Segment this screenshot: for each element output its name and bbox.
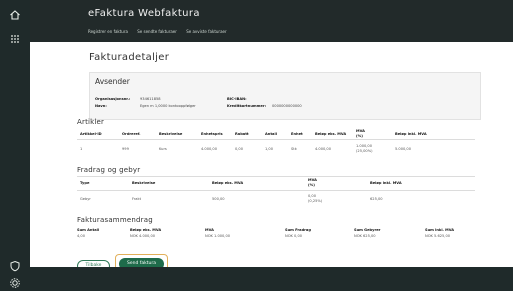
sum-deductions-value: NOK 0,00 bbox=[285, 234, 303, 238]
col-discount: Rabatt bbox=[235, 132, 249, 136]
nav-rejected-invoices[interactable]: Se avviste fakturaer bbox=[186, 29, 226, 34]
col-fee-vat: MVA (%) bbox=[308, 178, 317, 187]
fee-description-cell: Frakt bbox=[132, 197, 141, 201]
article-id-cell: 1 bbox=[80, 147, 83, 151]
sum-fees-value: NOK 625,00 bbox=[354, 234, 376, 238]
sum-ex-vat-value: NOK 4.000,00 bbox=[130, 234, 156, 238]
invoice-details-panel: Fakturadetaljer Avsender Organisasjonsnr… bbox=[75, 42, 497, 275]
sum-ex-vat-label: Beløp eks. MVA bbox=[130, 228, 162, 232]
sum-fees-label: Sum Gebyrer bbox=[354, 228, 381, 232]
grid-icon[interactable] bbox=[8, 33, 22, 47]
col-unit: Enhet bbox=[291, 132, 303, 136]
order-ref-cell: 999 bbox=[122, 147, 129, 151]
sum-quantity-label: Sum Antall bbox=[77, 228, 100, 232]
articles-divider bbox=[77, 139, 475, 140]
col-amount-incl-vat: Beløp inkl. MVA bbox=[395, 132, 427, 136]
col-amount-ex-vat: Beløp eks. MVA bbox=[315, 132, 347, 136]
app-header: eFaktura Webfaktura Registrer en faktura… bbox=[30, 0, 513, 42]
col-type: Type bbox=[80, 181, 90, 185]
unit-cell: Stk bbox=[291, 147, 297, 151]
bottom-bar bbox=[30, 267, 513, 291]
name-value: Egen m 1,0000 kontooppfølger bbox=[140, 104, 196, 108]
col-fee-description: Beskrivelse bbox=[132, 181, 156, 185]
sub-navigation: Registrer en faktura Se sendte fakturaer… bbox=[88, 29, 235, 34]
discount-cell: 0,00 bbox=[235, 147, 244, 151]
app-title: eFaktura Webfaktura bbox=[88, 8, 200, 19]
sum-vat-value: NOK 1.000,00 bbox=[205, 234, 231, 238]
fee-amount-ex-vat-cell: 500,00 bbox=[212, 197, 225, 201]
sender-title: Avsender bbox=[95, 77, 130, 86]
sum-deductions-label: Sum Fradrag bbox=[285, 228, 311, 232]
shield-icon[interactable] bbox=[8, 260, 22, 274]
left-rail bbox=[0, 0, 30, 291]
home-icon[interactable] bbox=[8, 9, 22, 23]
col-order-ref: Ordreref. bbox=[122, 132, 141, 136]
deductions-title: Fradrag og gebyr bbox=[77, 166, 141, 174]
amount-incl-vat-cell: 5.000,00 bbox=[395, 147, 412, 151]
col-fee-amount-incl-vat: Beløp inkl. MVA bbox=[370, 181, 402, 185]
deductions-top-divider bbox=[77, 176, 475, 177]
amount-ex-vat-cell: 4.000,00 bbox=[315, 147, 332, 151]
sum-vat-label: MVA bbox=[205, 228, 214, 232]
col-vat: MVA (%) bbox=[356, 129, 365, 138]
fee-type-cell: Gebyr bbox=[80, 197, 91, 201]
settings-icon[interactable] bbox=[8, 277, 22, 291]
summary-title: Fakturasammendrag bbox=[77, 216, 153, 224]
deductions-divider bbox=[77, 190, 475, 191]
fee-vat-cell: 0,00 (0,25%) bbox=[308, 194, 323, 203]
org-number-value: 934611858 bbox=[140, 97, 161, 101]
col-article-id: Artikkel-ID bbox=[80, 132, 102, 136]
col-unit-price: Enhetspris bbox=[201, 132, 223, 136]
name-label: Navn: bbox=[95, 104, 107, 108]
sum-total-value: NOK 5.625,00 bbox=[425, 234, 451, 238]
col-fee-amount-ex-vat: Beløp eks. MVA bbox=[212, 181, 244, 185]
org-number-label: Organisasjonsnr.: bbox=[95, 97, 131, 101]
card-number-value: 0000000000000 bbox=[272, 104, 302, 108]
nav-register-invoice[interactable]: Registrer en faktura bbox=[88, 29, 128, 34]
sum-quantity-value: 4,00 bbox=[77, 234, 86, 238]
sender-card: Avsender Organisasjonsnr.: 934611858 BIC… bbox=[89, 72, 481, 120]
unit-price-cell: 4.000,00 bbox=[201, 147, 218, 151]
bic-iban-label: BIC-IBAN: bbox=[227, 97, 247, 101]
sum-total-label: Sum inkl. MVA bbox=[425, 228, 455, 232]
page-title: Fakturadetaljer bbox=[89, 52, 170, 63]
col-quantity: Antall bbox=[265, 132, 277, 136]
vat-cell: 1.000,00 (25,00%) bbox=[356, 144, 373, 153]
articles-title: Artikler bbox=[77, 118, 105, 126]
card-number-label: Kreditkortnummer: bbox=[227, 104, 267, 108]
col-description: Beskrivelse bbox=[159, 132, 183, 136]
quantity-cell: 1,00 bbox=[265, 147, 274, 151]
fee-amount-incl-vat-cell: 625,00 bbox=[370, 197, 383, 201]
description-cell: Kurs bbox=[159, 147, 167, 151]
nav-sent-invoices[interactable]: Se sendte fakturaer bbox=[137, 29, 177, 34]
